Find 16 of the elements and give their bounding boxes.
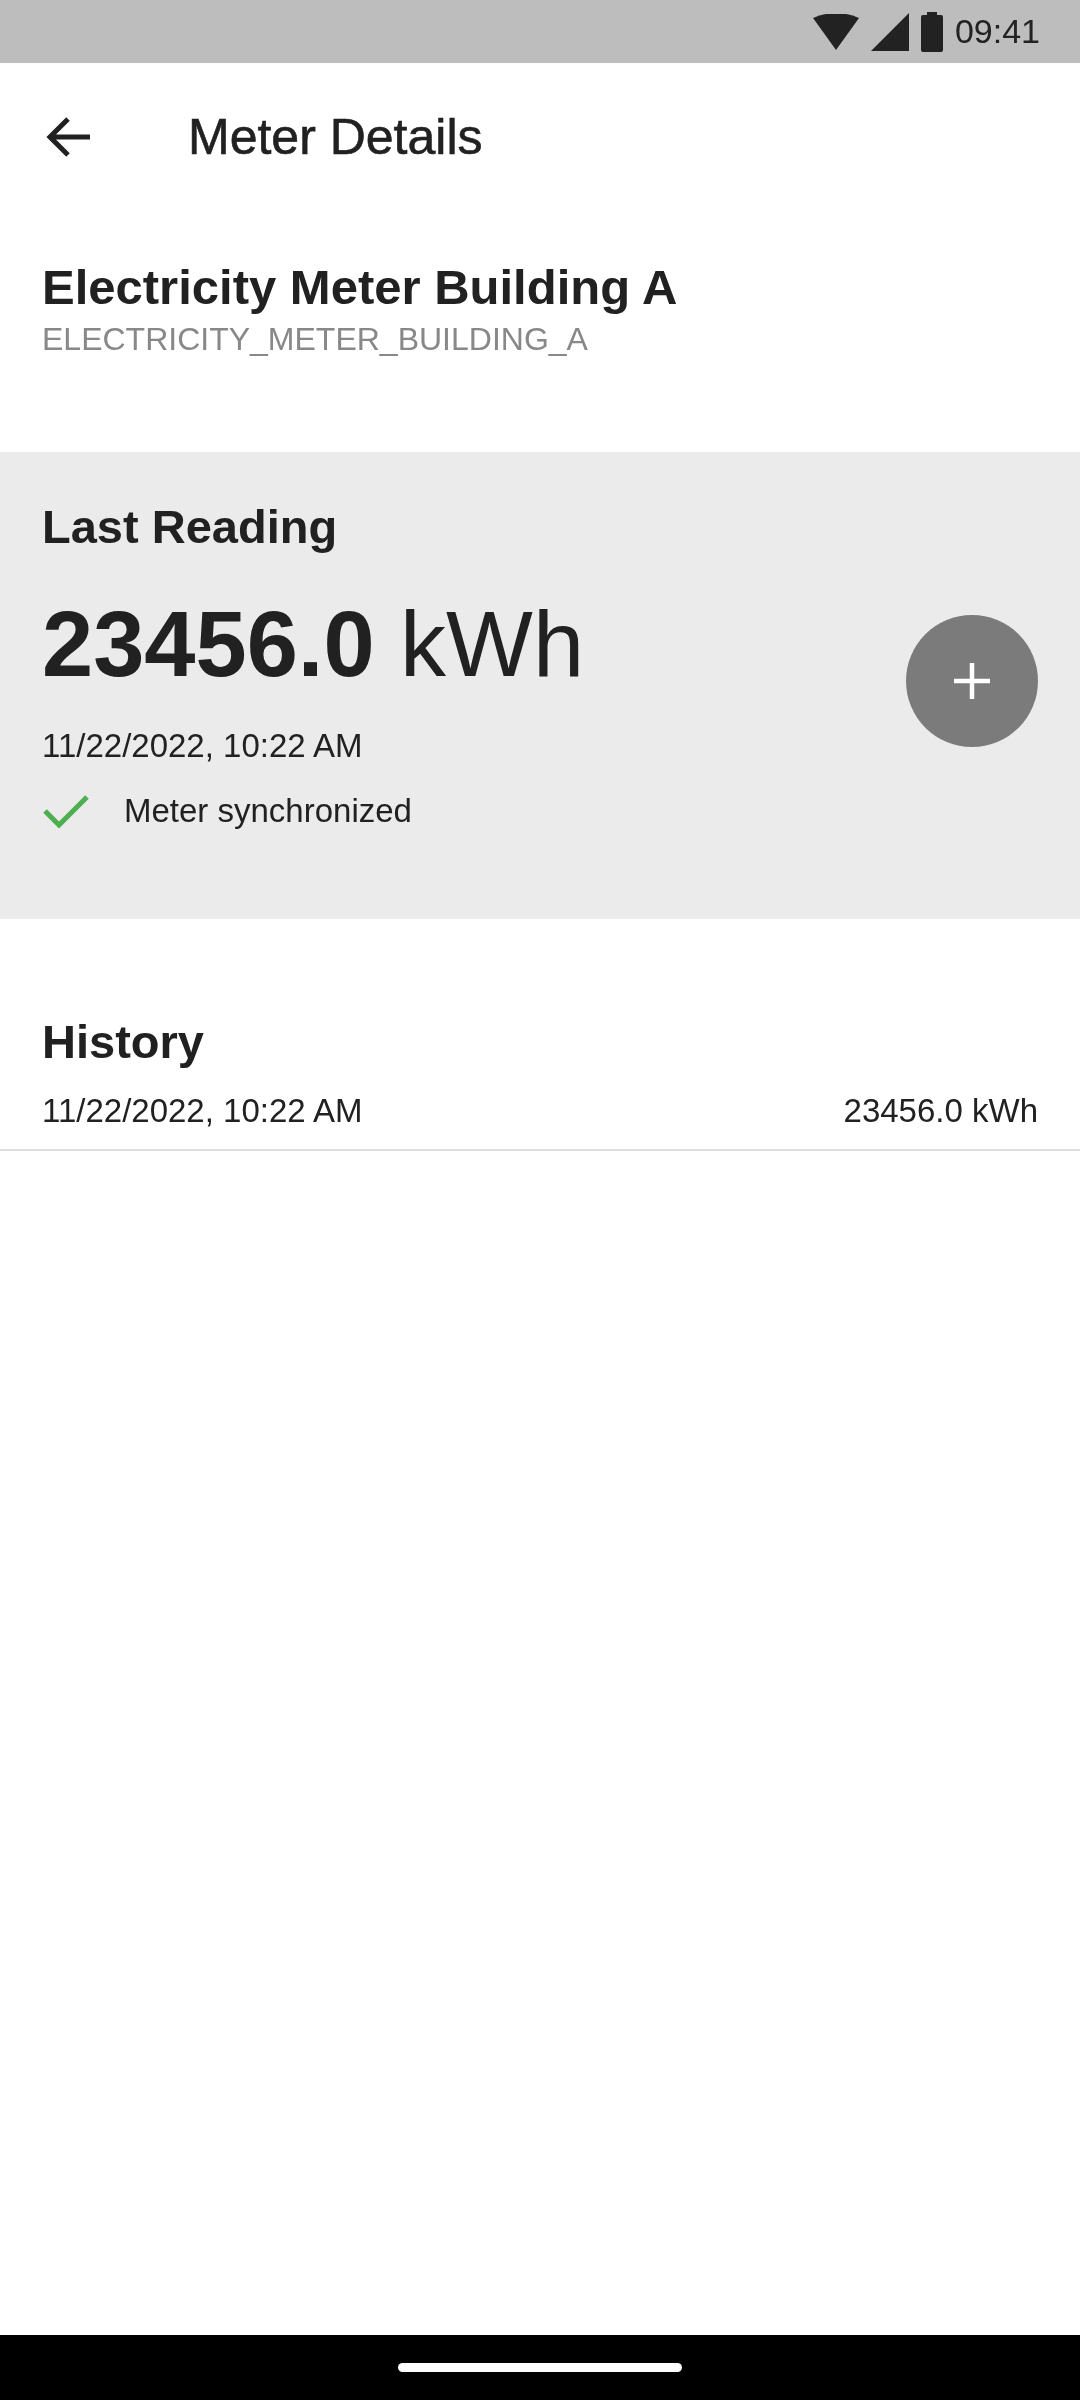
reading-value: 23456.0 kWh: [42, 592, 585, 697]
section-heading: Last Reading: [42, 499, 339, 555]
battery-icon: [920, 11, 943, 52]
home-handle[interactable]: [398, 2363, 682, 2372]
plus-icon: [952, 661, 992, 701]
history-value: 23456.0 kWh: [843, 1091, 1038, 1131]
wifi-icon: [812, 13, 859, 50]
meter-name: Electricity Meter Building A: [42, 259, 679, 316]
screen-title: Meter Details: [188, 108, 483, 166]
meter-id: ELECTRICITY_METER_BUILDING_A: [42, 320, 589, 359]
signal-icon: [870, 12, 909, 51]
section-heading: History: [41, 1014, 205, 1070]
reading-timestamp: 11/22/2022, 10:22 AM: [42, 726, 364, 766]
sync-status: Meter synchronized: [124, 792, 412, 830]
history-timestamp: 11/22/2022, 10:22 AM: [42, 1091, 363, 1131]
clock-time: 09:41: [954, 12, 1040, 51]
